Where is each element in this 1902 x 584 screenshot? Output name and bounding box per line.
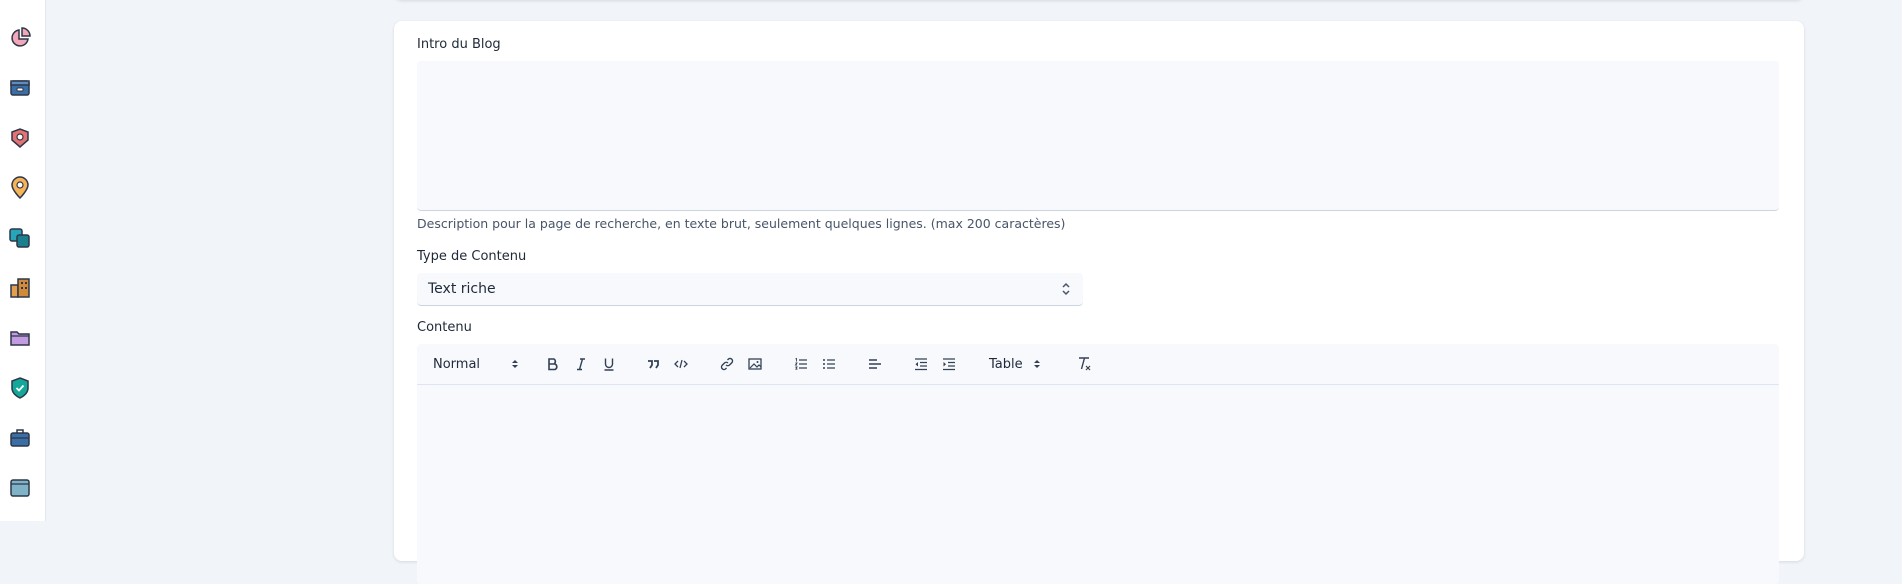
content-type-label: Type de Contenu (417, 249, 527, 264)
ordered-list-icon (794, 357, 807, 370)
italic-button[interactable] (573, 354, 589, 374)
archive-box-icon[interactable] (8, 76, 32, 100)
table-select[interactable]: Table (989, 354, 1041, 374)
briefcase-icon[interactable] (8, 426, 32, 450)
folder-icon[interactable] (8, 326, 32, 350)
content-type-select[interactable]: Text riche (417, 273, 1083, 306)
clear-format-button[interactable] (1075, 354, 1093, 374)
indent-icon (943, 358, 955, 371)
blockquote-button[interactable] (645, 354, 661, 374)
sidebar (0, 0, 46, 521)
code-block-button[interactable] (673, 354, 689, 374)
link-button[interactable] (719, 354, 735, 374)
pie-chart-icon[interactable] (8, 26, 32, 50)
quote-icon (648, 360, 659, 369)
chevron-updown-icon (512, 360, 518, 368)
shield-check-icon[interactable] (8, 376, 32, 400)
tag-icon[interactable] (8, 126, 32, 150)
indent-button[interactable] (941, 354, 957, 374)
bullet-list-button[interactable] (821, 354, 837, 374)
table-select-value: Table (989, 356, 1023, 372)
chevron-updown-icon (1062, 282, 1070, 296)
image-button[interactable] (747, 354, 763, 374)
outdent-button[interactable] (913, 354, 929, 374)
building-icon[interactable] (8, 276, 32, 300)
intro-help-text: Description pour la page de recherche, e… (417, 216, 1066, 231)
underline-button[interactable] (601, 354, 617, 374)
editor-toolbar: Normal Table (417, 344, 1779, 385)
intro-label: Intro du Blog (417, 37, 501, 52)
duplicate-icon[interactable] (8, 226, 32, 250)
content-type-value: Text riche (428, 281, 496, 297)
intro-textarea[interactable] (417, 61, 1779, 211)
link-icon (720, 357, 734, 371)
align-left-icon (869, 359, 881, 369)
clear-format-icon (1079, 357, 1091, 371)
underline-icon (604, 358, 614, 371)
italic-icon (577, 358, 585, 371)
code-icon (674, 359, 688, 369)
chevron-updown-icon (1034, 360, 1040, 368)
rich-text-editor[interactable]: Normal Table (417, 344, 1779, 584)
ordered-list-button[interactable] (793, 354, 809, 374)
image-icon (748, 358, 762, 370)
align-button[interactable] (867, 354, 883, 374)
content-label: Contenu (417, 320, 472, 335)
heading-select[interactable]: Normal (433, 354, 519, 374)
map-pin-icon[interactable] (8, 176, 32, 200)
bold-icon (548, 358, 558, 371)
window-icon[interactable] (8, 476, 32, 500)
bold-button[interactable] (545, 354, 561, 374)
blog-content-card: Intro du Blog Description pour la page d… (394, 21, 1804, 584)
heading-select-value: Normal (433, 356, 481, 372)
bullet-list-icon (823, 359, 835, 369)
outdent-icon (915, 358, 927, 371)
